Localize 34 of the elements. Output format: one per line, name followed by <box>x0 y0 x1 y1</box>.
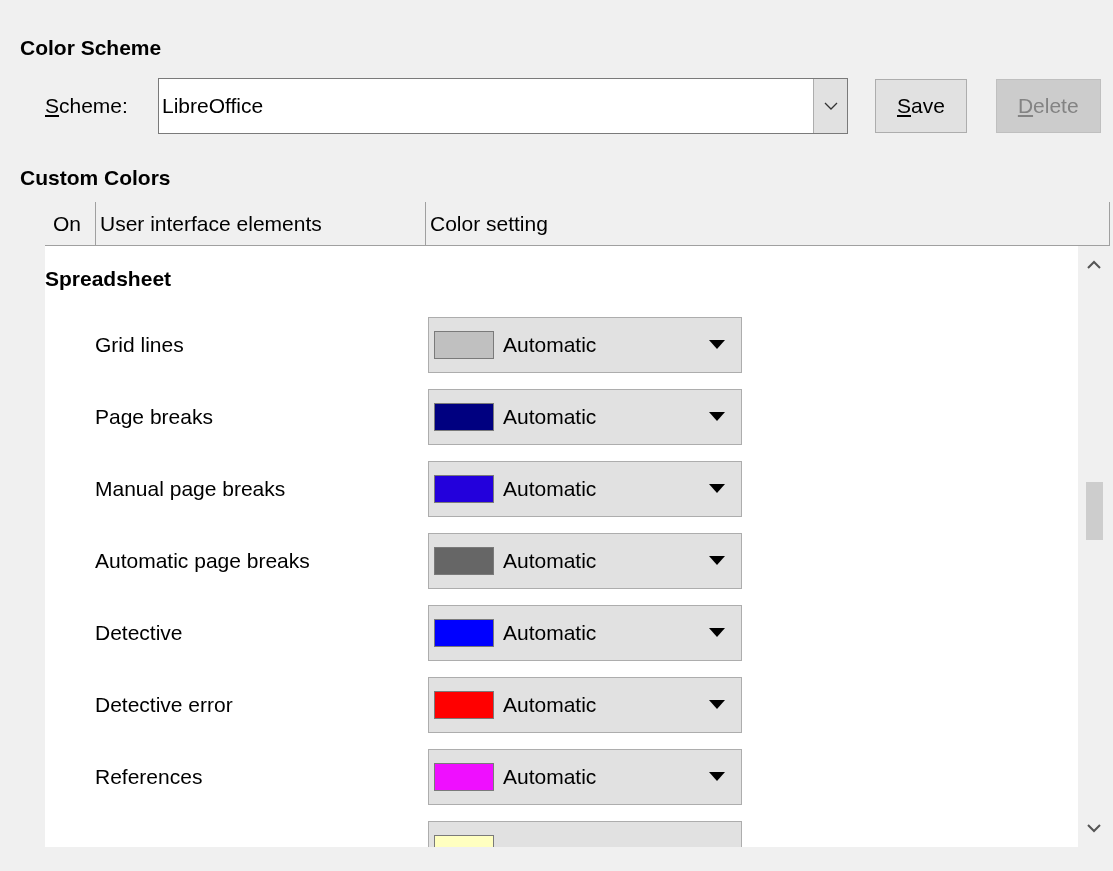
color-dropdown[interactable]: Automatic <box>428 389 742 445</box>
element-label: References <box>94 764 204 791</box>
scheme-label: Scheme: <box>45 93 129 120</box>
section-title: Custom Colors <box>20 165 172 191</box>
column-header[interactable]: On <box>45 202 95 245</box>
save-button[interactable]: Save <box>875 79 967 133</box>
color-dropdown[interactable]: Automatic <box>428 533 742 589</box>
color-dropdown[interactable]: Automatic <box>428 605 742 661</box>
caret-icon <box>709 484 725 494</box>
caret-icon <box>709 628 725 638</box>
chevron-down-icon <box>823 102 838 110</box>
color-dropdown[interactable]: Automatic <box>428 461 742 517</box>
caret-icon <box>709 556 725 566</box>
column-header[interactable]: User interface elements <box>95 202 425 245</box>
element-label: Detective <box>94 620 184 647</box>
element-label: Detective error <box>94 692 234 719</box>
color-dropdown[interactable]: Automatic <box>428 317 742 373</box>
caret-icon <box>709 412 725 422</box>
column-header[interactable]: Color setting <box>425 202 1109 245</box>
caret-icon <box>709 772 725 782</box>
color-dropdown[interactable]: Automatic <box>428 749 742 805</box>
section-title: Color Scheme <box>20 35 163 61</box>
group-heading: Spreadsheet <box>45 266 173 292</box>
element-label: Page breaks <box>94 404 214 431</box>
element-label: Manual page breaks <box>94 476 287 503</box>
chevron-down-icon[interactable] <box>1087 824 1101 833</box>
caret-icon <box>709 340 725 350</box>
scheme-combobox[interactable]: LibreOffice <box>158 78 848 134</box>
color-dropdown[interactable]: Automatic <box>428 677 742 733</box>
scrollbar-thumb[interactable] <box>1085 482 1103 540</box>
element-label: Grid lines <box>94 332 185 359</box>
element-label: Automatic page breaks <box>94 548 311 575</box>
caret-icon <box>709 700 725 710</box>
chevron-up-icon[interactable] <box>1087 260 1101 269</box>
